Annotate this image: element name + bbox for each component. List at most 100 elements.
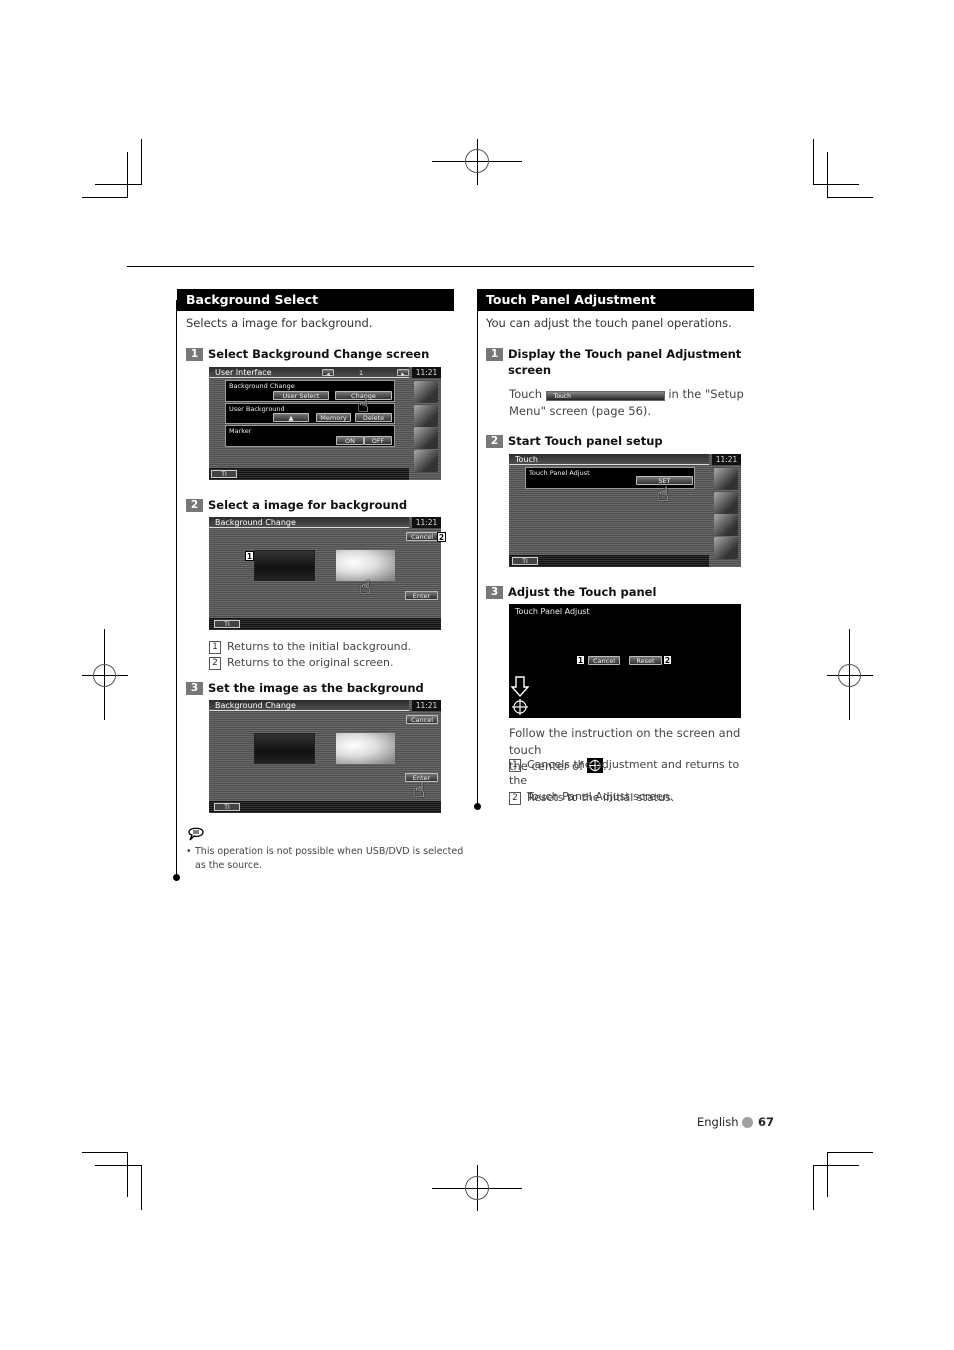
crop-mark [813,139,814,185]
marker-off-button[interactable]: OFF [364,436,392,445]
crop-mark [127,1152,128,1197]
crop-mark [127,152,128,198]
step-title: Adjust the Touch panel [508,585,657,599]
step-number: 2 [486,435,503,448]
crop-mark [95,184,142,185]
step-2: 2 Start Touch panel setup [486,433,663,449]
hand-menu-icon[interactable] [714,492,738,514]
step-3: 3 Set the image as the background [186,680,424,696]
pointing-hand-icon: ☝ [359,575,372,599]
background-thumbnail-initial[interactable] [254,550,315,581]
header-rule [127,266,754,267]
bottom-bar [209,468,409,480]
section-intro: You can adjust the touch panel operation… [486,316,732,330]
crop-mark [82,197,128,198]
speaker-menu-icon[interactable] [714,514,738,536]
page-indicator: 1 [359,369,364,377]
footer-language: English [697,1115,739,1129]
screen-title: Background Change [209,517,409,528]
section-intro: Selects a image for background. [186,316,373,330]
step-1: 1 Display the Touch panel Adjustment scree… [486,346,741,378]
callout-2: 2 [437,532,446,542]
row-touch-panel-adjust: Touch Panel Adjust SET [525,467,695,489]
callout-1: 1 [576,655,585,665]
step-3: 3 Adjust the Touch panel [486,584,656,600]
column-rule-left [176,300,177,878]
background-thumbnail-user[interactable] [336,733,395,764]
note-bullet: • [186,846,192,857]
step-title: Display the Touch panel Adjustment screen [508,346,741,378]
note-number: 2 [209,657,221,670]
memory-button[interactable]: Memory [316,413,351,422]
screen-title: Touch [509,454,709,465]
note-text: Returns to the initial background. [227,640,412,653]
registration-circle [465,149,489,173]
screen-title: Touch Panel Adjust [515,607,590,616]
registration-circle [465,1176,489,1200]
touch-menu-button[interactable]: Touch [545,391,665,401]
step-number: 1 [486,348,503,361]
ti-button[interactable]: TI [214,803,240,811]
clock: 11:21 [412,367,441,378]
ti-button[interactable]: TI [512,557,538,565]
crop-mark [813,184,859,185]
note-number: 1 [209,641,221,654]
step-number: 3 [486,586,503,599]
note-text: Cancels the adjustment and returns to th… [509,758,740,787]
row-user-background: User Background ▲ Memory Delete [225,403,395,424]
crop-mark [813,1165,814,1210]
section-title-touch-panel-adjustment: Touch Panel Adjustment [477,289,754,311]
note-item: 2 Returns to the original screen. [209,655,394,671]
callout-2: 2 [663,655,672,665]
body-prefix: Touch [509,387,543,401]
grid-menu-icon[interactable] [414,381,438,403]
bottom-bar [209,618,441,630]
target-crosshair-icon[interactable] [512,699,528,718]
footer-dot [742,1117,753,1128]
next-page-button[interactable]: ▸ [397,369,409,378]
body-line1: Follow the instruction on the screen and… [509,726,741,757]
speaker-menu-icon[interactable] [414,427,438,449]
cancel-button[interactable]: Cancel [588,656,620,665]
cancel-button[interactable]: Cancel [406,715,438,724]
eject-button[interactable]: ▲ [273,413,309,422]
tools-menu-icon[interactable] [714,537,738,559]
enter-button[interactable]: Enter [405,591,438,600]
note-item: 2 Resets to the initial status. [509,790,674,806]
row-label: User Background [229,405,285,413]
bottom-bar [509,555,709,567]
user-select-button[interactable]: User Select [273,391,329,400]
screenshot-background-change-select: Background Change 11:21 Cancel Enter TI … [209,517,441,630]
step-1: 1 Select Background Change screen [186,346,429,362]
row-label: Background Change [229,382,295,390]
crop-mark [827,1152,828,1197]
registration-circle [838,664,861,687]
background-thumbnail-initial[interactable] [254,733,315,764]
column-rule-right [477,300,478,806]
crop-mark [827,152,828,198]
row-marker: Marker ON OFF [225,425,395,447]
crop-mark [82,1152,128,1153]
tools-menu-icon[interactable] [414,450,438,472]
step-number: 2 [186,499,203,512]
cancel-button[interactable]: Cancel [406,532,438,541]
reset-button[interactable]: Reset [629,656,662,665]
ti-button[interactable]: TI [214,620,240,628]
clock: 11:21 [712,454,741,465]
callout-1: 1 [245,551,254,561]
marker-on-button[interactable]: ON [336,436,364,445]
screenshot-user-interface: User Interface ◂ 1 ▸ 11:21 Background Ch… [209,367,441,480]
screenshot-touch-panel-adjust: Touch Panel Adjust Cancel Reset [509,604,741,718]
note-text-line1: This operation is not possible when USB/… [195,846,464,857]
ti-button[interactable]: TI [211,470,237,478]
note-text-line2: as the source. [195,860,262,871]
body-line2: Menu" screen (page 56). [509,403,652,418]
column-end-dot [474,803,481,810]
step-title-line1: Display the Touch panel Adjustment [508,347,742,361]
hand-menu-icon[interactable] [414,405,438,427]
step-title: Select Background Change screen [208,347,430,361]
registration-circle [93,664,116,687]
grid-menu-icon[interactable] [714,468,738,490]
prev-page-button[interactable]: ◂ [322,369,334,378]
pointing-hand-icon: ☝ [413,778,426,802]
